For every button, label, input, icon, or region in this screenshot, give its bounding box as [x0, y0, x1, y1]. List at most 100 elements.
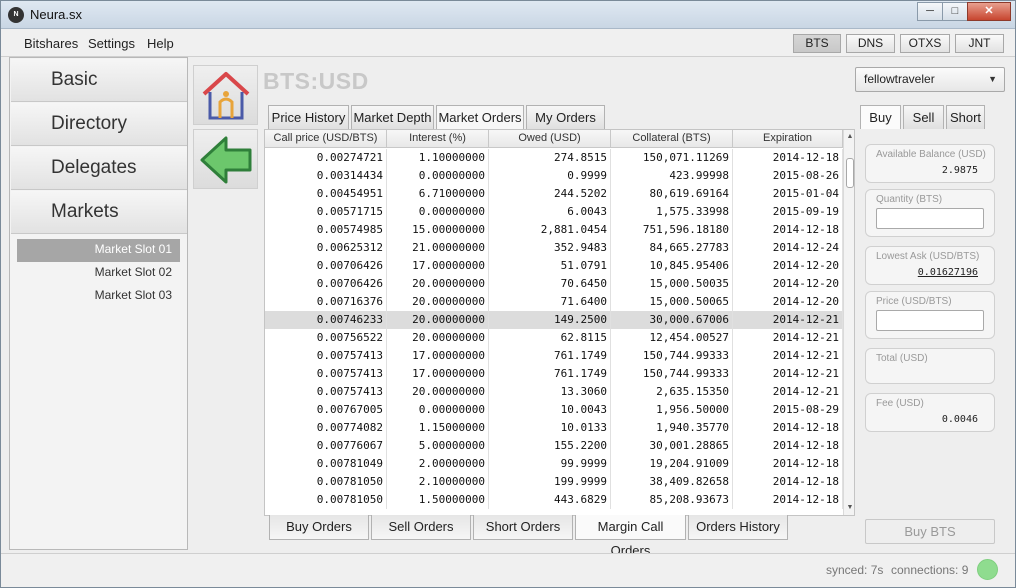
maximize-icon[interactable]: □ — [942, 2, 968, 21]
account-select[interactable]: fellowtraveler ▼ — [855, 67, 1005, 92]
table-cell: 0.00757413 — [265, 383, 387, 401]
table-row[interactable]: 0.00716376 20.00000000 71.6400 15,000.50065… — [265, 293, 843, 311]
nav-markets[interactable]: Markets — [11, 191, 187, 234]
market-slot-02[interactable]: Market Slot 02 — [17, 262, 180, 285]
available-balance-label: Available Balance (USD) — [876, 149, 986, 160]
table-row[interactable]: 0.00781050 1.50000000 443.6829 85,208.93673… — [265, 491, 843, 509]
table-cell: 10.0043 — [489, 401, 611, 419]
tab-orders-history[interactable]: Orders History — [688, 515, 788, 540]
table-cell: 2,881.0454 — [489, 221, 611, 239]
home-button[interactable] — [193, 65, 258, 125]
vertical-scrollbar[interactable]: ▲ ▼ — [843, 130, 854, 515]
table-row[interactable]: 0.00314434 0.00000000 0.9999 423.99998 2015-… — [265, 167, 843, 185]
table-cell: 1.10000000 — [387, 149, 489, 167]
table-row[interactable]: 0.00625312 21.00000000 352.9483 84,665.2778… — [265, 239, 843, 257]
table-cell: 0.00571715 — [265, 203, 387, 221]
table-cell: 150,744.99333 — [611, 365, 733, 383]
table-cell: 5.00000000 — [387, 437, 489, 455]
app-logo-icon: N — [8, 7, 24, 23]
table-cell: 150,071.11269 — [611, 149, 733, 167]
table-cell: 2014-12-21 — [733, 365, 843, 383]
table-row[interactable]: 0.00454951 6.71000000 244.5202 80,619.69164… — [265, 185, 843, 203]
table-row[interactable]: 0.00746233 20.00000000 149.2500 30,000.6700… — [265, 311, 843, 329]
price-input[interactable] — [876, 310, 984, 331]
table-row[interactable]: 0.00757413 20.00000000 13.3060 2,635.15350 2… — [265, 383, 843, 401]
column-header[interactable]: Call price (USD/BTS) — [265, 130, 387, 147]
table-cell: 751,596.18180 — [611, 221, 733, 239]
order-tab-sell[interactable]: Sell — [903, 105, 944, 129]
market-switch-otxs[interactable]: OTXS — [900, 34, 950, 53]
fee-value: 0.0046 — [941, 414, 978, 425]
minimize-icon[interactable]: ─ — [917, 2, 943, 21]
window-title: Neura.sx — [30, 7, 83, 22]
tab-price-history[interactable]: Price History — [268, 105, 349, 129]
table-cell: 2014-12-21 — [733, 347, 843, 365]
table-cell: 21.00000000 — [387, 239, 489, 257]
table-cell: 2014-12-18 — [733, 455, 843, 473]
column-header[interactable]: Owed (USD) — [489, 130, 611, 147]
table-row[interactable]: 0.00781050 2.10000000 199.9999 38,409.82658… — [265, 473, 843, 491]
table-row[interactable]: 0.00781049 2.00000000 99.9999 19,204.91009 2… — [265, 455, 843, 473]
table-row[interactable]: 0.00774082 1.15000000 10.0133 1,940.35770 20… — [265, 419, 843, 437]
table-row[interactable]: 0.00706426 20.00000000 70.6450 15,000.50035… — [265, 275, 843, 293]
table-cell: 443.6829 — [489, 491, 611, 509]
fee-box: Fee (USD) 0.0046 — [865, 393, 995, 432]
quantity-input[interactable] — [876, 208, 984, 229]
menu-settings[interactable]: Settings — [88, 36, 135, 51]
order-tab-buy[interactable]: Buy — [860, 105, 901, 129]
table-row[interactable]: 0.00571715 0.00000000 6.0043 1,575.33998 201… — [265, 203, 843, 221]
menu-bitshares[interactable]: Bitshares — [24, 36, 78, 51]
nav-markets-label: Markets — [51, 201, 119, 222]
market-switch-bts[interactable]: BTS — [793, 34, 841, 53]
scrollbar-thumb[interactable] — [846, 158, 854, 188]
table-row[interactable]: 0.00274721 1.10000000 274.8515 150,071.1126… — [265, 149, 843, 167]
table-cell: 0.00706426 — [265, 257, 387, 275]
nav-basic-label: Basic — [51, 69, 98, 90]
market-switch-jnt[interactable]: JNT — [955, 34, 1004, 53]
column-header[interactable]: Interest (%) — [387, 130, 489, 147]
table-row[interactable]: 0.00757413 17.00000000 761.1749 150,744.993… — [265, 365, 843, 383]
table-row[interactable]: 0.00756522 20.00000000 62.8115 12,454.00527… — [265, 329, 843, 347]
nav-basic[interactable]: Basic — [11, 59, 187, 102]
table-cell: 84,665.27783 — [611, 239, 733, 257]
buy-bts-button[interactable]: Buy BTS — [865, 519, 995, 544]
lowest-ask-link[interactable]: 0.01627196 — [918, 267, 978, 278]
column-header[interactable]: Collateral (BTS) — [611, 130, 733, 147]
table-cell: 2015-09-19 — [733, 203, 843, 221]
column-header[interactable]: Expiration — [733, 130, 843, 147]
nav-delegates[interactable]: Delegates — [11, 147, 187, 190]
tab-market-orders[interactable]: Market Orders — [436, 105, 524, 130]
table-row[interactable]: 0.00574985 15.00000000 2,881.0454 751,596.1… — [265, 221, 843, 239]
scroll-up-icon[interactable]: ▲ — [844, 130, 854, 144]
back-button[interactable] — [193, 129, 258, 189]
table-cell: 2014-12-21 — [733, 383, 843, 401]
tab-short-orders[interactable]: Short Orders — [473, 515, 573, 540]
menu-help[interactable]: Help — [147, 36, 174, 51]
table-row[interactable]: 0.00706426 17.00000000 51.0791 10,845.95406… — [265, 257, 843, 275]
market-slot-03[interactable]: Market Slot 03 — [17, 285, 180, 308]
tab-margin-call-orders[interactable]: Margin Call Orders — [575, 515, 686, 558]
tab-my-orders[interactable]: My Orders — [526, 105, 605, 129]
market-switch-dns[interactable]: DNS — [846, 34, 895, 53]
menu-bar: Bitshares Settings Help BTS DNS OTXS JNT — [1, 29, 1015, 57]
table-cell: 199.9999 — [489, 473, 611, 491]
home-icon — [202, 72, 250, 120]
tab-sell-orders[interactable]: Sell Orders — [371, 515, 471, 540]
table-cell: 0.9999 — [489, 167, 611, 185]
nav-directory[interactable]: Directory — [11, 103, 187, 146]
table-row[interactable]: 0.00767005 0.00000000 10.0043 1,956.50000 20… — [265, 401, 843, 419]
table-cell: 99.9999 — [489, 455, 611, 473]
market-slot-01[interactable]: Market Slot 01 — [17, 239, 180, 262]
tab-buy-orders[interactable]: Buy Orders — [269, 515, 369, 540]
table-cell: 2014-12-18 — [733, 149, 843, 167]
table-cell: 2015-08-26 — [733, 167, 843, 185]
tab-market-depth[interactable]: Market Depth — [351, 105, 434, 129]
scroll-down-icon[interactable]: ▼ — [844, 501, 854, 515]
close-icon[interactable]: ✕ — [967, 2, 1011, 21]
table-row[interactable]: 0.00757413 17.00000000 761.1749 150,744.993… — [265, 347, 843, 365]
table-cell: 0.00314434 — [265, 167, 387, 185]
available-balance-value: 2.9875 — [941, 165, 978, 176]
table-cell: 1.15000000 — [387, 419, 489, 437]
order-tab-short[interactable]: Short — [946, 105, 985, 129]
table-row[interactable]: 0.00776067 5.00000000 155.2200 30,001.28865… — [265, 437, 843, 455]
